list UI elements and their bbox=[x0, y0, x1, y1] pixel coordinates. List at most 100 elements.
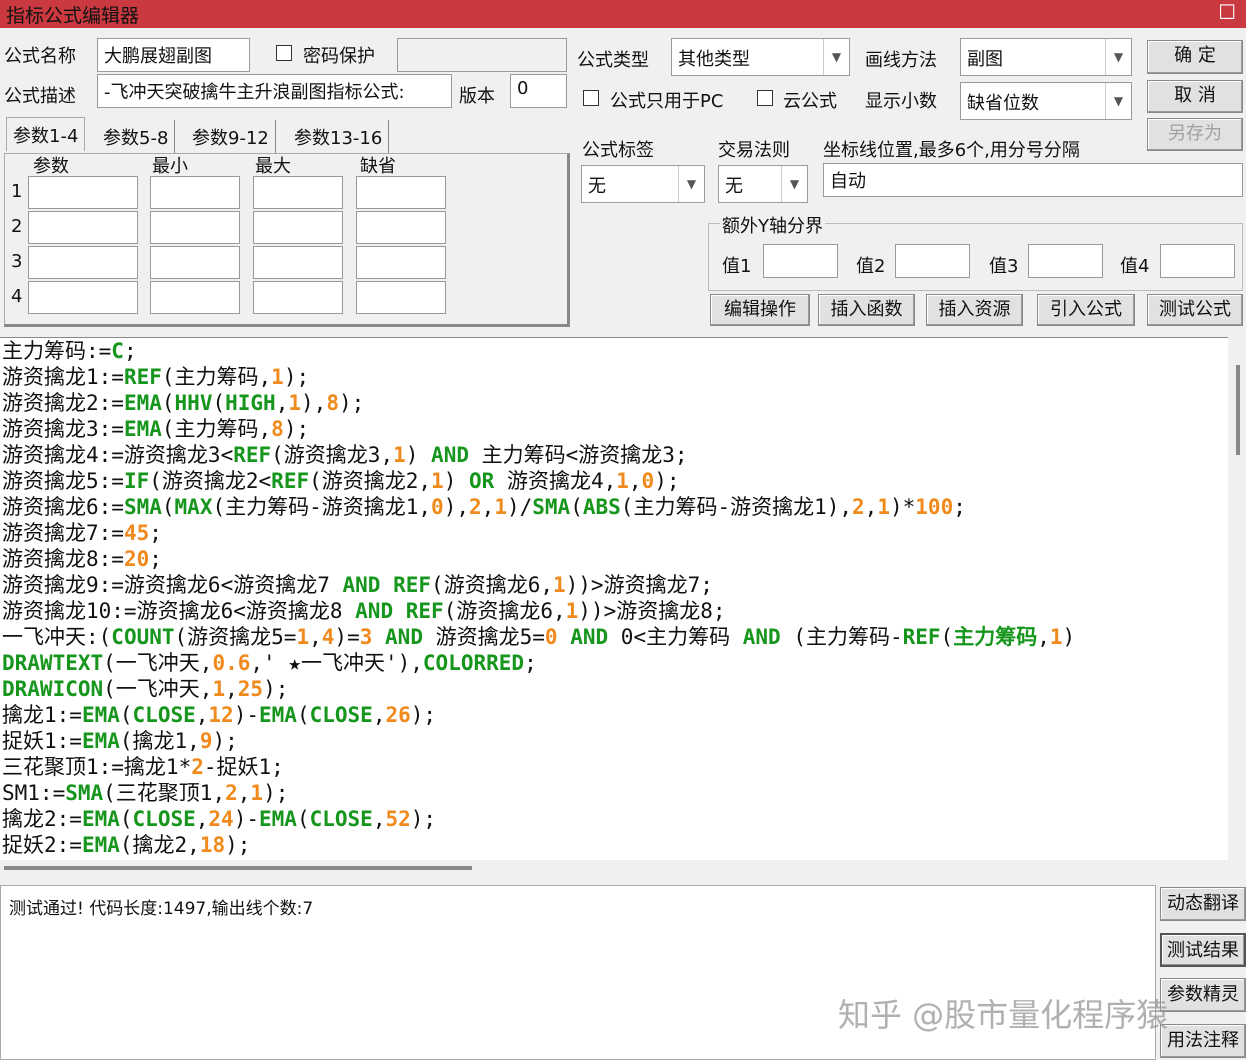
close-icon[interactable]: ☐ bbox=[1218, 0, 1236, 24]
param-default-input[interactable] bbox=[356, 246, 446, 279]
param-default-input[interactable] bbox=[356, 281, 446, 314]
code-text: (游资擒龙6, bbox=[443, 599, 566, 623]
chevron-down-icon: ▼ bbox=[1105, 39, 1131, 75]
param-name-input[interactable] bbox=[28, 246, 138, 279]
code-text: ); bbox=[338, 391, 365, 415]
tab-params-1-4[interactable]: 参数1-4 bbox=[6, 117, 86, 151]
code-text: (主力筹码- bbox=[780, 625, 903, 649]
param-name-input[interactable] bbox=[28, 211, 138, 244]
param-min-input[interactable] bbox=[150, 246, 240, 279]
tab-params-9-12[interactable]: 参数9-12 bbox=[186, 120, 276, 154]
code-text: )= bbox=[334, 625, 360, 649]
rule-select[interactable]: 无 ▼ bbox=[718, 165, 808, 203]
code-keyword: EMA bbox=[123, 391, 162, 415]
code-text: , bbox=[481, 495, 495, 519]
tab-params-13-16[interactable]: 参数13-16 bbox=[288, 120, 390, 154]
code-text: (主力筹码, bbox=[161, 417, 272, 441]
v4-input[interactable] bbox=[1160, 244, 1235, 278]
param-name-input[interactable] bbox=[28, 176, 138, 209]
desc-input[interactable]: -飞冲天突破擒牛主升浪副图指标公式: bbox=[97, 74, 452, 108]
param-row-number: 1 bbox=[11, 181, 23, 202]
cloud-checkbox[interactable] bbox=[757, 90, 773, 106]
param-max-input[interactable] bbox=[253, 281, 343, 314]
usage-notes-button[interactable]: 用法注释 bbox=[1160, 1024, 1246, 1058]
code-number: 1 bbox=[271, 365, 284, 389]
code-number: 2 bbox=[191, 755, 204, 779]
code-text: ) bbox=[405, 443, 432, 467]
save-as-button[interactable]: 另存为 bbox=[1147, 118, 1243, 151]
horizontal-scrollbar[interactable] bbox=[0, 860, 1228, 882]
param-min-input[interactable] bbox=[150, 211, 240, 244]
cloud-label: 云公式 bbox=[783, 91, 837, 112]
code-text: ,' ★一飞冲天'), bbox=[250, 651, 423, 675]
code-text: , bbox=[1037, 625, 1050, 649]
code-keyword: COUNT bbox=[111, 625, 175, 649]
code-number: 1 bbox=[296, 625, 310, 649]
code-number: 1 bbox=[393, 443, 406, 467]
param-default-input[interactable] bbox=[356, 176, 446, 209]
code-number: 1 bbox=[616, 469, 629, 493]
code-text: ( bbox=[119, 703, 133, 727]
window-title: 指标公式编辑器 bbox=[6, 5, 140, 27]
code-text: , bbox=[195, 807, 209, 831]
code-text: 游资擒龙1:= bbox=[2, 365, 124, 389]
draw-select[interactable]: 副图 ▼ bbox=[960, 38, 1132, 76]
code-editor[interactable]: 主力筹码:=C; 游资擒龙1:=REF(主力筹码,1); 游资擒龙2:=EMA(HH… bbox=[0, 337, 1228, 860]
code-line: 游资擒龙1:=REF(主力筹码,1); bbox=[2, 364, 1228, 390]
param-max-input[interactable] bbox=[253, 211, 343, 244]
name-input[interactable]: 大鹏展翅副图 bbox=[97, 38, 250, 72]
code-number: 0 bbox=[641, 469, 655, 493]
axis-input[interactable]: 自动 bbox=[823, 163, 1243, 197]
tab-params-5-8[interactable]: 参数5-8 bbox=[97, 120, 176, 154]
password-label: 密码保护 bbox=[303, 46, 375, 67]
ok-button[interactable]: 确 定 bbox=[1147, 40, 1243, 74]
password-input[interactable] bbox=[397, 38, 567, 72]
decimal-value: 缺省位数 bbox=[967, 93, 1039, 114]
param-max-input[interactable] bbox=[253, 176, 343, 209]
code-text: 主力筹码:= bbox=[2, 339, 112, 363]
param-min-input[interactable] bbox=[150, 281, 240, 314]
type-select[interactable]: 其他类型 ▼ bbox=[671, 38, 850, 76]
horizontal-scroll-thumb[interactable] bbox=[4, 866, 472, 870]
code-line: 主力筹码:=C; bbox=[2, 338, 1228, 364]
code-keyword: REF bbox=[393, 573, 432, 597]
insert-resource-button[interactable]: 插入资源 bbox=[926, 294, 1023, 326]
v2-input[interactable] bbox=[895, 244, 970, 278]
decimal-select[interactable]: 缺省位数 ▼ bbox=[960, 82, 1132, 120]
param-header-default: 缺省 bbox=[360, 156, 396, 177]
edit-ops-button[interactable]: 编辑操作 bbox=[710, 294, 810, 326]
param-name-input[interactable] bbox=[28, 281, 138, 314]
test-formula-button[interactable]: 测试公式 bbox=[1147, 294, 1243, 326]
v1-input[interactable] bbox=[763, 244, 838, 278]
v2-label: 值2 bbox=[856, 256, 886, 277]
cancel-button[interactable]: 取 消 bbox=[1147, 80, 1243, 113]
param-max-input[interactable] bbox=[253, 246, 343, 279]
test-result-button[interactable]: 测试结果 bbox=[1160, 933, 1246, 967]
code-keyword: CLOSE bbox=[309, 807, 373, 831]
param-wizard-button[interactable]: 参数精灵 bbox=[1160, 978, 1246, 1012]
code-keyword: CLOSE bbox=[309, 703, 373, 727]
param-min-input[interactable] bbox=[150, 176, 240, 209]
code-text: 三花聚顶1:=擒龙1* bbox=[2, 755, 192, 779]
param-default-input[interactable] bbox=[356, 211, 446, 244]
code-text: 捉妖2:= bbox=[2, 833, 82, 857]
password-checkbox[interactable] bbox=[276, 45, 292, 61]
code-text: )- bbox=[233, 807, 259, 831]
import-formula-button[interactable]: 引入公式 bbox=[1037, 294, 1135, 326]
code-text: 游资擒龙4:=游资擒龙3< bbox=[2, 443, 234, 467]
pc-only-label: 公式只用于PC bbox=[610, 91, 724, 112]
pc-only-checkbox[interactable] bbox=[583, 90, 599, 106]
rule-value: 无 bbox=[725, 176, 743, 197]
code-text: 游资擒龙10:=游资擒龙6<游资擒龙8 bbox=[2, 599, 356, 623]
version-input[interactable]: 0 bbox=[510, 74, 567, 108]
v3-input[interactable] bbox=[1028, 244, 1103, 278]
insert-function-button[interactable]: 插入函数 bbox=[818, 294, 915, 326]
code-number: 1 bbox=[212, 677, 226, 701]
tag-select[interactable]: 无 ▼ bbox=[581, 165, 705, 203]
code-keyword: AND bbox=[742, 625, 781, 649]
dynamic-translate-button[interactable]: 动态翻译 bbox=[1160, 887, 1246, 921]
vertical-scroll-thumb[interactable] bbox=[1236, 365, 1240, 455]
code-keyword: AND bbox=[355, 599, 394, 623]
code-text: ); bbox=[283, 417, 310, 441]
